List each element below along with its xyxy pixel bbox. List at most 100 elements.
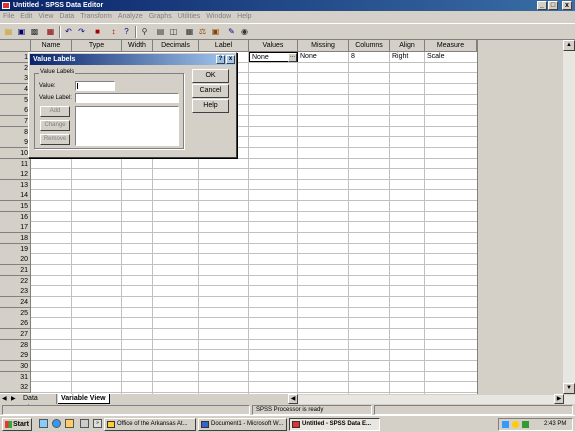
row-header[interactable]: 25 <box>0 307 31 319</box>
row-header[interactable]: 10 <box>0 147 31 159</box>
change-button[interactable]: Change <box>40 120 70 131</box>
row-header[interactable]: 7 <box>0 115 31 127</box>
insert-variable-icon[interactable]: ◫ <box>168 26 179 37</box>
quicklaunch-extra-icon[interactable] <box>80 419 89 428</box>
row-header[interactable]: 29 <box>0 350 31 362</box>
find-icon[interactable]: ⚲ <box>139 26 150 37</box>
add-button[interactable]: Add <box>40 106 70 117</box>
remove-button[interactable]: Remove <box>40 134 70 145</box>
row-header[interactable]: 31 <box>0 371 31 383</box>
select-cases-icon[interactable]: ▣ <box>210 26 221 37</box>
values-ellipsis-button[interactable]: ... <box>288 53 297 62</box>
insert-case-icon[interactable]: ▤ <box>155 26 166 37</box>
horizontal-scrollbar[interactable]: ◀ ▶ <box>288 394 575 404</box>
menu-data[interactable]: Data <box>56 11 77 22</box>
goto-chart-icon[interactable]: ■ <box>92 26 103 37</box>
taskbar-item-office[interactable]: Office of the Arkansas At... <box>104 418 196 431</box>
row-header[interactable]: 1 <box>0 52 31 63</box>
start-button[interactable]: Start <box>2 418 32 431</box>
close-button[interactable]: x <box>562 1 572 10</box>
print-icon[interactable]: ▩ <box>29 26 40 37</box>
use-sets-icon[interactable]: ◉ <box>239 26 250 37</box>
scroll-down-arrow-icon[interactable]: ▼ <box>563 383 575 394</box>
redo-icon[interactable]: ↷ <box>76 26 87 37</box>
row-header[interactable]: 20 <box>0 254 31 266</box>
column-header-label[interactable]: Label <box>199 40 249 52</box>
row-header[interactable]: 2 <box>0 62 31 74</box>
row-header[interactable]: 11 <box>0 158 31 170</box>
row-header[interactable]: 5 <box>0 94 31 106</box>
maximize-button[interactable]: □ <box>548 1 558 10</box>
row-header[interactable]: 6 <box>0 105 31 117</box>
column-header-name[interactable]: Name <box>31 40 72 52</box>
column-header-decimals[interactable]: Decimals <box>153 40 199 52</box>
value-labels-list[interactable] <box>75 106 179 146</box>
menu-window[interactable]: Window <box>203 11 234 22</box>
row-header[interactable]: 12 <box>0 169 31 181</box>
quicklaunch-more-icon[interactable]: » <box>93 419 102 428</box>
row-header[interactable]: 13 <box>0 179 31 191</box>
row-header[interactable]: 15 <box>0 201 31 213</box>
column-header-type[interactable]: Type <box>72 40 122 52</box>
column-header-measure[interactable]: Measure <box>425 40 477 52</box>
dialog-close-button[interactable]: x <box>226 55 235 64</box>
scroll-left-arrow-icon[interactable]: ◀ <box>288 394 298 404</box>
split-file-icon[interactable]: ▦ <box>184 26 195 37</box>
cell-measure-row1[interactable]: Scale <box>425 52 477 62</box>
goto-case-icon[interactable]: ↕ <box>108 26 119 37</box>
row-header[interactable]: 9 <box>0 137 31 149</box>
open-icon[interactable]: ▤ <box>3 26 14 37</box>
menu-view[interactable]: View <box>35 11 56 22</box>
column-header-columns[interactable]: Columns <box>349 40 390 52</box>
row-header[interactable]: 30 <box>0 360 31 372</box>
vertical-scrollbar[interactable]: ▲ ▼ <box>563 40 575 394</box>
row-header[interactable]: 19 <box>0 243 31 255</box>
row-header[interactable]: 24 <box>0 296 31 308</box>
menu-file[interactable]: File <box>0 11 17 22</box>
menu-analyze[interactable]: Analyze <box>115 11 146 22</box>
row-header[interactable]: 8 <box>0 126 31 138</box>
menu-transform[interactable]: Transform <box>77 11 115 22</box>
column-header-width[interactable]: Width <box>122 40 153 52</box>
row-header[interactable]: 21 <box>0 265 31 276</box>
show-desktop-icon[interactable] <box>39 419 48 428</box>
column-header-values[interactable]: Values <box>249 40 298 52</box>
scroll-up-arrow-icon[interactable]: ▲ <box>563 40 575 51</box>
tab-next-icon[interactable]: ▶ <box>11 394 20 404</box>
row-header[interactable]: 18 <box>0 233 31 245</box>
dialog-recall-icon[interactable]: ▦ <box>45 26 56 37</box>
cell-missing-row1[interactable]: None <box>298 52 349 62</box>
value-labels-icon[interactable]: ✎ <box>226 26 237 37</box>
value-label-input[interactable] <box>75 93 179 103</box>
security-icon[interactable] <box>522 421 529 428</box>
ok-button[interactable]: OK <box>192 69 229 83</box>
network-icon[interactable] <box>502 421 509 428</box>
volume-icon[interactable] <box>512 421 519 428</box>
internet-explorer-icon[interactable] <box>52 419 61 428</box>
weight-cases-icon[interactable]: ⚖ <box>197 26 208 37</box>
help-button[interactable]: Help <box>192 99 229 113</box>
taskbar-item-spss[interactable]: Untitled - SPSS Data E... <box>289 418 380 431</box>
row-header[interactable]: 14 <box>0 190 31 202</box>
row-header[interactable]: 26 <box>0 318 31 330</box>
tab-variable-view[interactable]: Variable View <box>58 394 110 404</box>
row-header[interactable]: 27 <box>0 328 31 340</box>
dialog-help-button[interactable]: ? <box>216 55 225 64</box>
menu-graphs[interactable]: Graphs <box>146 11 175 22</box>
save-icon[interactable]: ▣ <box>16 26 27 37</box>
outlook-icon[interactable] <box>65 419 74 428</box>
row-header[interactable]: 28 <box>0 339 31 351</box>
row-header[interactable]: 17 <box>0 222 31 234</box>
menu-help[interactable]: Help <box>234 11 254 22</box>
tab-prev-icon[interactable]: ◀ <box>2 394 11 404</box>
row-header[interactable]: 3 <box>0 73 31 85</box>
taskbar-item-word[interactable]: Document1 - Microsoft W... <box>198 418 287 431</box>
column-header-align[interactable]: Align <box>390 40 425 52</box>
menu-edit[interactable]: Edit <box>17 11 35 22</box>
menu-utilities[interactable]: Utilities <box>175 11 204 22</box>
row-header[interactable]: 22 <box>0 275 31 287</box>
column-header-missing[interactable]: Missing <box>298 40 349 52</box>
undo-icon[interactable]: ↶ <box>63 26 74 37</box>
row-header[interactable]: 4 <box>0 83 31 95</box>
cell-columns-row1[interactable]: 8 <box>349 52 390 62</box>
